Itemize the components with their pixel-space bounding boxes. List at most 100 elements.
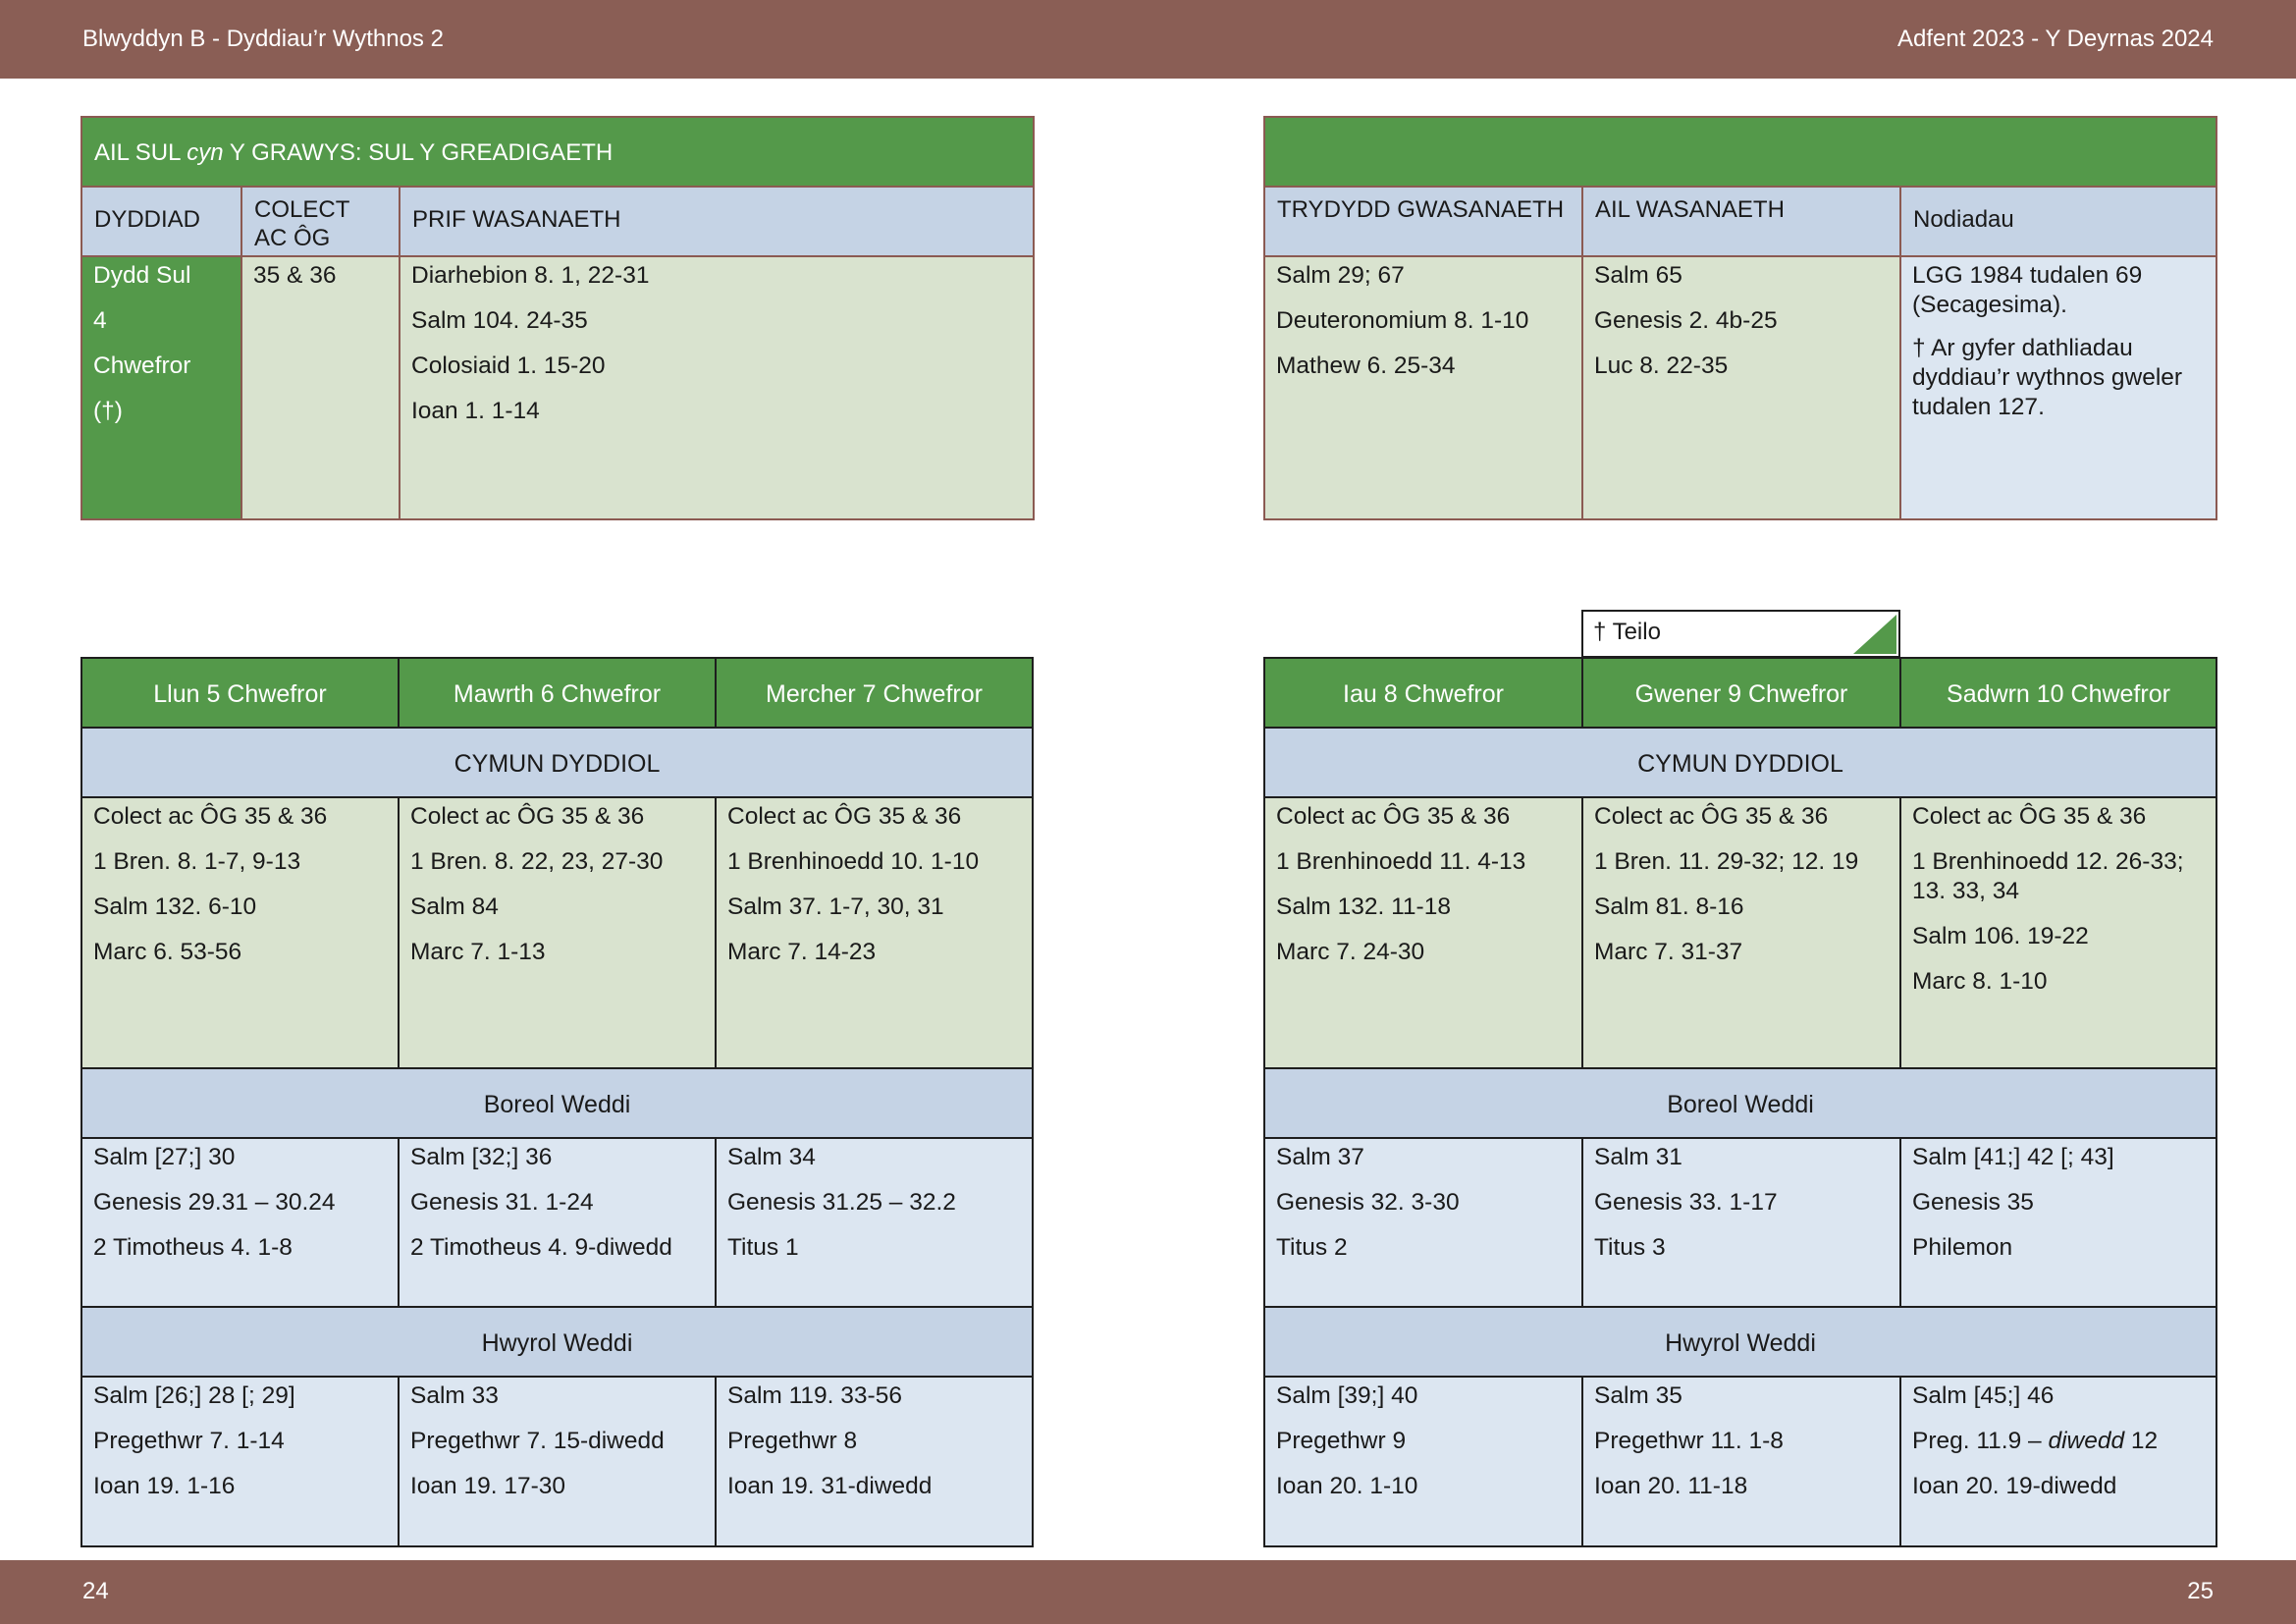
date-line: Dydd Sul [93,262,191,289]
eucharist-cell: Colect ac ÔG 35 & 36 1 Bren. 8. 22, 23, … [398,796,717,1069]
reading: Salm [27;] 30 [93,1144,236,1170]
reading: Salm 104. 24-35 [411,307,588,334]
second-service-header: AIL WASANAETH [1581,186,1901,257]
reading: Ioan 19. 1-16 [93,1473,236,1499]
reading: 2 Timotheus 4. 9-diwedd [410,1234,672,1261]
reading: Salm 34 [727,1144,816,1170]
reading: Luc 8. 22-35 [1594,352,1729,379]
notes-header: Nodiadau [1899,186,2217,257]
reading: Salm 132. 6-10 [93,893,257,920]
notes-cell: LGG 1984 tudalen 69 (Secagesima). † Ar g… [1899,255,2217,520]
note: † Ar gyfer dathliadau dyddiau’r wythnos … [1912,335,2183,420]
header-band: Blwyddyn B - Dyddiau’r Wythnos 2 Adfent … [0,0,2296,79]
evening-cell: Salm 35 Pregethwr 11. 1-8 Ioan 20. 11-18 [1581,1376,1901,1547]
reading: Colect ac ÔG 35 & 36 [1276,803,1511,830]
eucharist-cell: Colect ac ÔG 35 & 36 1 Brenhinoedd 11. 4… [1263,796,1583,1069]
third-service-cell: Salm 29; 67 Deuteronomium 8. 1-10 Mathew… [1263,255,1583,520]
reading: Salm 65 [1594,262,1682,289]
eucharist-band: CYMUN DYDDIOL [1263,727,2217,798]
morning-cell: Salm [41;] 42 [; 43] Genesis 35 Philemon [1899,1137,2217,1308]
reading: Salm 33 [410,1382,499,1409]
footer-band: 24 25 [0,1560,2296,1624]
reading: Ioan 20. 11-18 [1594,1473,1748,1499]
eucharist-cell: Colect ac ÔG 35 & 36 1 Bren. 11. 29-32; … [1581,796,1901,1069]
teilo-label: † Teilo [1593,619,1661,645]
date-line: 4 [93,307,107,334]
morning-cell: Salm 37 Genesis 32. 3-30 Titus 2 [1263,1137,1583,1308]
note: LGG 1984 tudalen 69 (Secagesima). [1912,262,2143,318]
reading: Salm 106. 19-22 [1912,923,2089,949]
reading: Marc 7. 24-30 [1276,939,1425,965]
date-header: DYDDIAD [80,186,242,257]
evening-cell: Salm 33 Pregethwr 7. 15-diwedd Ioan 19. … [398,1376,717,1547]
eucharist-cell: Colect ac ÔG 35 & 36 1 Brenhinoedd 12. 2… [1899,796,2217,1069]
day-header: Mercher 7 Chwefror [715,657,1034,729]
reading: Salm 119. 33-56 [727,1382,902,1409]
reading: Colect ac ÔG 35 & 36 [1912,803,2147,830]
second-service-cell: Salm 65 Genesis 2. 4b-25 Luc 8. 22-35 [1581,255,1901,520]
reading: Salm [26;] 28 [; 29] [93,1382,295,1409]
reading: Salm 84 [410,893,499,920]
reading: 1 Brenhinoedd 12. 26-33; 13. 33, 34 [1912,848,2184,904]
reading: Marc 8. 1-10 [1912,968,2048,995]
sunday-collect-cell: 35 & 36 [240,255,400,520]
reading: Marc 6. 53-56 [93,939,242,965]
reading: Genesis 2. 4b-25 [1594,307,1778,334]
reading: Genesis 32. 3-30 [1276,1189,1460,1216]
reading: Genesis 31. 1-24 [410,1189,594,1216]
reading: Colect ac ÔG 35 & 36 [410,803,645,830]
reading: Salm [45;] 46 [1912,1382,2055,1409]
corner-fold-icon [1853,615,1896,654]
reading: 1 Brenhinoedd 10. 1-10 [727,848,980,875]
reading: Salm [41;] 42 [; 43] [1912,1144,2114,1170]
page-number-left: 24 [82,1578,109,1604]
morning-cell: Salm [27;] 30 Genesis 29.31 – 30.24 2 Ti… [80,1137,400,1308]
collect-header: COLECT AC ÔG [240,186,400,257]
reading: 1 Bren. 11. 29-32; 12. 19 [1594,848,1859,875]
evening-prayer-band: Hwyrol Weddi [80,1306,1034,1378]
reading: Salm [39;] 40 [1276,1382,1418,1409]
reading: Pregethwr 7. 1-14 [93,1428,285,1454]
reading: Colect ac ÔG 35 & 36 [727,803,962,830]
reading: 1 Bren. 8. 1-7, 9-13 [93,848,301,875]
third-service-header: TRYDYDD GWASANAETH [1263,186,1583,257]
reading: Salm 35 [1594,1382,1682,1409]
principal-header: PRIF WASANAETH [399,186,1035,257]
morning-prayer-band: Boreol Weddi [1263,1067,2217,1139]
reading: Colect ac ÔG 35 & 36 [93,803,328,830]
reading: Titus 3 [1594,1234,1666,1261]
reading: 2 Timotheus 4. 1-8 [93,1234,293,1261]
date-line: Chwefror [93,352,191,379]
reading: Genesis 33. 1-17 [1594,1189,1778,1216]
reading: Salm 37 [1276,1144,1364,1170]
sunday-title: AIL SUL cyn Y GRAWYS: SUL Y GREADIGAETH [94,139,614,166]
morning-cell: Salm 31 Genesis 33. 1-17 Titus 3 [1581,1137,1901,1308]
header-left: Blwyddyn B - Dyddiau’r Wythnos 2 [82,26,444,52]
page-number-right: 25 [2187,1578,2214,1604]
morning-prayer-band: Boreol Weddi [80,1067,1034,1139]
reading: Ioan 1. 1-14 [411,398,540,424]
reading: 1 Bren. 8. 22, 23, 27-30 [410,848,664,875]
reading: Philemon [1912,1234,2013,1261]
sunday-date-cell: Dydd Sul 4 Chwefror (†) [80,255,242,520]
reading: Marc 7. 1-13 [410,939,546,965]
reading: Deuteronomium 8. 1-10 [1276,307,1529,334]
reading: Genesis 31.25 – 32.2 [727,1189,956,1216]
reading: Ioan 20. 19-diwedd [1912,1473,2117,1499]
morning-cell: Salm [32;] 36 Genesis 31. 1-24 2 Timothe… [398,1137,717,1308]
evening-cell: Salm [45;] 46 Preg. 11.9 – diwedd 12 Ioa… [1899,1376,2217,1547]
sunday-principal-cell: Diarhebion 8. 1, 22-31 Salm 104. 24-35 C… [399,255,1035,520]
header-right: Adfent 2023 - Y Deyrnas 2024 [1896,26,2214,52]
reading: Genesis 35 [1912,1189,2034,1216]
date-line: (†) [93,398,123,424]
reading: Genesis 29.31 – 30.24 [93,1189,336,1216]
reading: Ioan 19. 17-30 [410,1473,566,1499]
reading: Pregethwr 9 [1276,1428,1407,1454]
reading: Pregethwr 8 [727,1428,858,1454]
evening-cell: Salm [26;] 28 [; 29] Pregethwr 7. 1-14 I… [80,1376,400,1547]
eucharist-cell: Colect ac ÔG 35 & 36 1 Brenhinoedd 10. 1… [715,796,1034,1069]
morning-cell: Salm 34 Genesis 31.25 – 32.2 Titus 1 [715,1137,1034,1308]
reading: Salm 31 [1594,1144,1682,1170]
collect-value: 35 & 36 [253,262,337,289]
reading: Preg. 11.9 – diwedd 12 [1912,1428,2159,1454]
